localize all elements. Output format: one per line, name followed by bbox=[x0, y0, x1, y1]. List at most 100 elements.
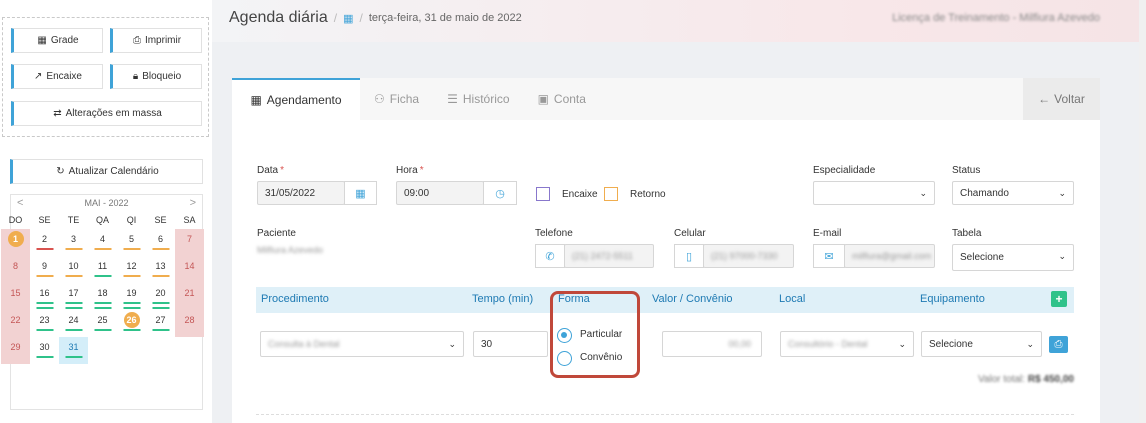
local-select[interactable]: Consultório - Dental ⌄ bbox=[780, 331, 914, 357]
especialidade-label: Especialidade bbox=[813, 165, 876, 176]
col-tempo: Tempo (min) bbox=[472, 293, 534, 305]
grade-label: Grade bbox=[50, 35, 79, 46]
calendar-day[interactable]: 30 bbox=[30, 337, 59, 364]
retorno-checkbox[interactable] bbox=[604, 187, 618, 201]
calendar-day[interactable]: 10 bbox=[59, 256, 88, 283]
calendar-day[interactable]: 4 bbox=[88, 229, 117, 256]
add-procedure-button[interactable]: + bbox=[1051, 291, 1067, 307]
tab-historico[interactable]: ☰ Histórico bbox=[433, 78, 523, 120]
forma-particular-radio[interactable] bbox=[557, 328, 572, 343]
tab-agendamento[interactable]: ▦ Agendamento bbox=[232, 78, 360, 120]
telefone-input[interactable]: (21) 2472-5511 bbox=[564, 244, 654, 268]
tempo-input[interactable]: 30 bbox=[473, 331, 548, 357]
calendar-day[interactable]: 27 bbox=[146, 310, 175, 337]
calendar-day[interactable]: 29 bbox=[1, 337, 30, 364]
col-procedimento: Procedimento bbox=[261, 293, 329, 305]
calendar-day[interactable]: 20 bbox=[146, 283, 175, 310]
calendar-day[interactable]: 16 bbox=[30, 283, 59, 310]
envelope-icon: ✉ bbox=[824, 250, 834, 263]
atualizar-label: Atualizar Calendário bbox=[68, 166, 159, 177]
calendar-day[interactable]: 22 bbox=[1, 310, 30, 337]
calendar-day-today[interactable]: 26 bbox=[117, 310, 146, 337]
tab-ficha[interactable]: ⚇ Ficha bbox=[360, 78, 433, 120]
imprimir-button[interactable]: ⎙ Imprimir bbox=[110, 28, 202, 53]
tab-label: Conta bbox=[553, 92, 586, 106]
calendar-icon: ▦ bbox=[37, 35, 47, 46]
mobile-icon-addon: ▯ bbox=[674, 244, 704, 268]
page-title: Agenda diária bbox=[229, 9, 328, 26]
tab-label: Ficha bbox=[389, 92, 420, 106]
tab-label: Agendamento bbox=[266, 93, 342, 107]
chevron-down-icon: ⌄ bbox=[1058, 188, 1066, 198]
atualizar-calendario-button[interactable]: ↻ Atualizar Calendário bbox=[10, 159, 203, 184]
weekday: TE bbox=[67, 215, 80, 225]
license-info: Licença de Treinamento - Milfiura Azeved… bbox=[892, 12, 1100, 24]
calendar-icon: ▦ bbox=[250, 93, 262, 107]
calendar-day[interactable]: 8 bbox=[1, 256, 30, 283]
action-buttons-box: ▦ Grade ⎙ Imprimir ↗ Encaixe 🔒︎ Bloqueio… bbox=[2, 17, 209, 137]
imprimir-label: Imprimir bbox=[144, 35, 182, 46]
calendar-day[interactable]: 15 bbox=[1, 283, 30, 310]
calendar-day[interactable]: 21 bbox=[175, 283, 204, 310]
calendar-day-selected[interactable]: 31 bbox=[59, 337, 88, 364]
tabela-select[interactable]: Selecione ⌄ bbox=[952, 244, 1074, 271]
next-month-button[interactable]: > bbox=[190, 197, 196, 209]
calendar-day[interactable]: 28 bbox=[175, 310, 204, 337]
clock-picker-button[interactable]: ◷ bbox=[483, 181, 517, 205]
print-icon: ⎙ bbox=[1054, 339, 1063, 350]
calendar-day[interactable]: 6 bbox=[146, 229, 175, 256]
forma-convenio-radio[interactable] bbox=[557, 351, 572, 366]
calendar-day[interactable]: 17 bbox=[59, 283, 88, 310]
alteracoes-em-massa-button[interactable]: ⇄ Alterações em massa bbox=[11, 101, 202, 126]
top-header: Agenda diária / ▦ / terça-feira, 31 de m… bbox=[212, 0, 1146, 42]
calendar-icon: ▦ bbox=[343, 12, 354, 25]
weekday: SA bbox=[183, 215, 196, 225]
procedimento-select[interactable]: Consulta à Dental ⌄ bbox=[260, 331, 464, 357]
page-scrollbar[interactable] bbox=[1139, 0, 1146, 423]
bloqueio-button[interactable]: 🔒︎ Bloqueio bbox=[110, 64, 202, 89]
paciente-value[interactable]: Milfiura Azevedo bbox=[257, 245, 323, 255]
calendar-day[interactable]: 2 bbox=[30, 229, 59, 256]
calendar-picker-button[interactable]: ▦ bbox=[344, 181, 377, 205]
calendar-day[interactable]: 14 bbox=[175, 256, 204, 283]
calendar-day[interactable]: 9 bbox=[30, 256, 59, 283]
chevron-down-icon: ⌄ bbox=[448, 339, 456, 349]
phone-icon: ✆ bbox=[545, 250, 555, 263]
data-input[interactable]: 31/05/2022 bbox=[257, 181, 345, 205]
valor-input[interactable]: 00,00 bbox=[662, 331, 762, 357]
calendar-day[interactable]: 1 bbox=[1, 229, 30, 256]
retorno-checkbox-label: Retorno bbox=[630, 189, 666, 200]
tab-conta[interactable]: ▣ Conta bbox=[524, 78, 600, 120]
calendar-day[interactable]: 19 bbox=[117, 283, 146, 310]
voltar-button[interactable]: ← Voltar bbox=[1023, 78, 1100, 120]
prev-month-button[interactable]: < bbox=[17, 197, 23, 209]
clock-icon: ◷ bbox=[495, 187, 505, 200]
calendar-day[interactable]: 25 bbox=[88, 310, 117, 337]
calendar-day[interactable]: 11 bbox=[88, 256, 117, 283]
status-select[interactable]: Chamando ⌄ bbox=[952, 181, 1074, 205]
encaixe-checkbox[interactable] bbox=[536, 187, 550, 201]
calendar-day[interactable]: 18 bbox=[88, 283, 117, 310]
calendar-day[interactable]: 24 bbox=[59, 310, 88, 337]
breadcrumb-date: terça-feira, 31 de maio de 2022 bbox=[368, 12, 522, 24]
calendar-day[interactable]: 12 bbox=[117, 256, 146, 283]
calendar-day[interactable]: 3 bbox=[59, 229, 88, 256]
breadcrumb: Agenda diária / ▦ / terça-feira, 31 de m… bbox=[229, 9, 522, 27]
encaixe-button[interactable]: ↗ Encaixe bbox=[11, 64, 103, 89]
hora-input[interactable]: 09:00 bbox=[396, 181, 484, 205]
equipamento-select[interactable]: Selecione ⌄ bbox=[921, 331, 1042, 357]
email-label: E-mail bbox=[813, 228, 842, 239]
print-procedure-button[interactable]: ⎙ bbox=[1049, 336, 1068, 353]
calendar-day[interactable]: 5 bbox=[117, 229, 146, 256]
calendar-header: < MAI - 2022 > bbox=[11, 195, 202, 211]
grade-button[interactable]: ▦ Grade bbox=[11, 28, 103, 53]
celular-input[interactable]: (21) 97000-7330 bbox=[703, 244, 794, 268]
telefone-label: Telefone bbox=[535, 228, 573, 239]
col-equipamento: Equipamento bbox=[920, 293, 985, 305]
calendar-day[interactable]: 23 bbox=[30, 310, 59, 337]
email-input[interactable]: milfiura@gmail.com bbox=[844, 244, 935, 268]
especialidade-select[interactable]: ⌄ bbox=[813, 181, 935, 205]
calendar-day[interactable]: 13 bbox=[146, 256, 175, 283]
calendar-day[interactable]: 7 bbox=[175, 229, 204, 256]
weekday: DO bbox=[8, 215, 23, 225]
